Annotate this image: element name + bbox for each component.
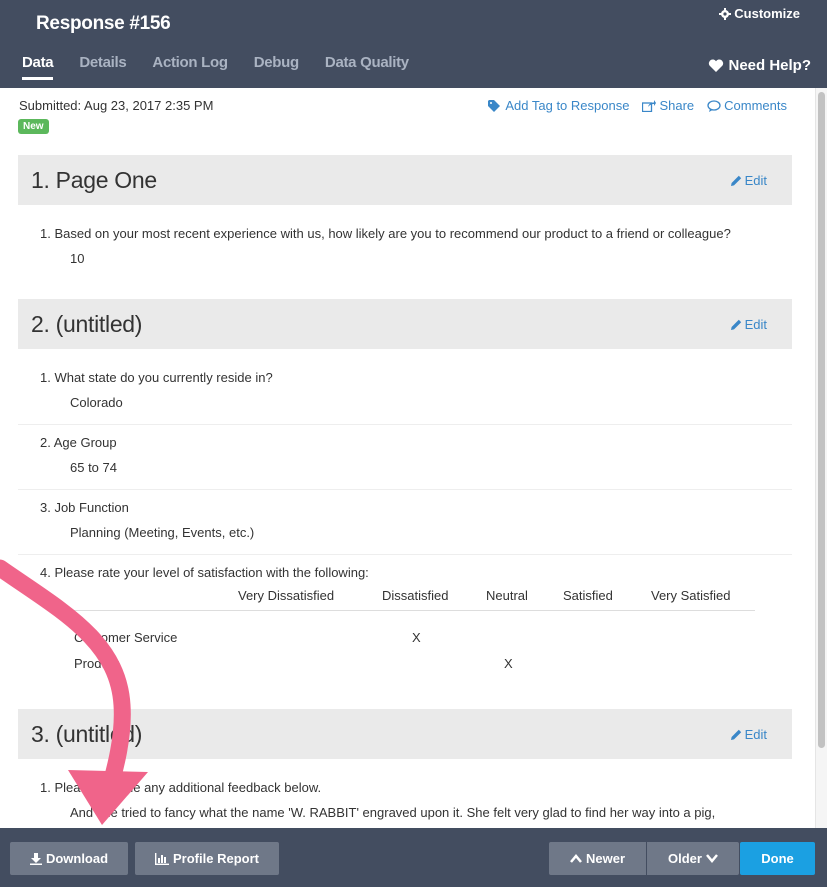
pencil-icon <box>730 175 741 186</box>
edit-button[interactable]: Edit <box>730 317 767 332</box>
answer-text: Colorado <box>70 395 123 410</box>
matrix-row-label: Customer Service <box>74 630 178 645</box>
done-label: Done <box>761 851 794 866</box>
tab-bar: Data Details Action Log Debug Data Quali… <box>22 54 435 80</box>
tab-action-log[interactable]: Action Log <box>152 54 228 80</box>
pencil-icon <box>730 319 741 330</box>
chevron-down-icon <box>706 854 718 863</box>
done-button[interactable]: Done <box>740 842 815 875</box>
question-text: 3. Job Function <box>40 500 129 515</box>
section-title: 3. (untitled) <box>31 721 143 747</box>
profile-report-label: Profile Report <box>173 851 259 866</box>
question-text: 1. Based on your most recent experience … <box>40 226 731 241</box>
matrix-column-header: Neutral <box>486 588 528 603</box>
matrix-selection-mark: X <box>504 656 513 671</box>
add-tag-link[interactable]: Add Tag to Response <box>488 98 629 113</box>
section-untitled-2: 2. (untitled) Edit <box>18 299 792 349</box>
older-button[interactable]: Older <box>647 842 739 875</box>
customize-label: Customize <box>734 6 800 21</box>
matrix-column-header: Very Dissatisfied <box>238 588 335 603</box>
footer-bar: Download Profile Report Newer Older Done <box>0 828 827 887</box>
header-bar: Response #156 Customize Data Details Act… <box>0 0 827 88</box>
tab-debug[interactable]: Debug <box>254 54 299 80</box>
download-label: Download <box>45 851 109 866</box>
comments-label: Comments <box>724 98 787 113</box>
gear-icon <box>719 7 732 20</box>
scrollbar-thumb[interactable] <box>818 92 825 748</box>
section-page-one: 1. Page One Edit <box>18 155 792 205</box>
divider <box>18 554 792 555</box>
matrix-column-header: Very Satisfied <box>651 588 731 603</box>
page-title: Response #156 <box>36 13 171 34</box>
share-icon <box>642 99 657 112</box>
question-text: 1. What state do you currently reside in… <box>40 370 273 385</box>
heart-icon <box>709 58 724 72</box>
chevron-up-icon <box>570 854 582 863</box>
question-text: 2. Age Group <box>40 435 117 450</box>
customize-button[interactable]: Customize <box>719 6 800 21</box>
newer-button[interactable]: Newer <box>549 842 646 875</box>
submitted-date: Submitted: Aug 23, 2017 2:35 PM <box>19 98 214 113</box>
matrix-column-header: Satisfied <box>563 588 613 603</box>
bar-chart-icon <box>155 852 170 865</box>
answer-text: And she tried to fancy what the name 'W.… <box>70 805 716 820</box>
divider <box>18 489 792 490</box>
comments-link[interactable]: Comments <box>707 98 787 113</box>
matrix-selection-mark: X <box>412 630 421 645</box>
tab-data-quality[interactable]: Data Quality <box>325 54 409 80</box>
edit-label: Edit <box>744 173 767 188</box>
divider <box>18 424 792 425</box>
edit-label: Edit <box>744 317 767 332</box>
comment-icon <box>707 99 721 112</box>
add-tag-label: Add Tag to Response <box>505 98 630 113</box>
download-icon <box>29 852 42 865</box>
response-actions: Add Tag to Response Share Comments <box>488 98 787 113</box>
tab-details[interactable]: Details <box>79 54 126 80</box>
section-untitled-3: 3. (untitled) Edit <box>18 709 792 759</box>
share-label: Share <box>659 98 695 113</box>
share-link[interactable]: Share <box>642 98 694 113</box>
section-title: 1. Page One <box>31 167 157 193</box>
older-label: Older <box>668 851 702 866</box>
answer-text: Planning (Meeting, Events, etc.) <box>70 525 255 540</box>
tab-data[interactable]: Data <box>22 54 54 80</box>
tag-icon <box>488 99 501 112</box>
download-button[interactable]: Download <box>10 842 128 875</box>
matrix-column-header: Dissatisfied <box>382 588 449 603</box>
edit-label: Edit <box>744 727 767 742</box>
question-text: 1. Please provide any additional feedbac… <box>40 780 322 795</box>
edit-button[interactable]: Edit <box>730 173 767 188</box>
response-content: Submitted: Aug 23, 2017 2:35 PM New Add … <box>0 88 815 828</box>
answer-text: 10 <box>70 251 85 266</box>
need-help-label: Need Help? <box>728 57 811 74</box>
answer-text: 65 to 74 <box>70 460 117 475</box>
status-badge: New <box>18 119 49 134</box>
edit-button[interactable]: Edit <box>730 727 767 742</box>
question-text: 4. Please rate your level of satisfactio… <box>40 565 369 580</box>
section-title: 2. (untitled) <box>31 311 143 337</box>
matrix-header-line <box>60 610 755 611</box>
matrix-row-label: Product <box>74 656 119 671</box>
newer-label: Newer <box>585 851 626 866</box>
profile-report-button[interactable]: Profile Report <box>135 842 279 875</box>
pencil-icon <box>730 729 741 740</box>
need-help-button[interactable]: Need Help? <box>708 57 811 74</box>
